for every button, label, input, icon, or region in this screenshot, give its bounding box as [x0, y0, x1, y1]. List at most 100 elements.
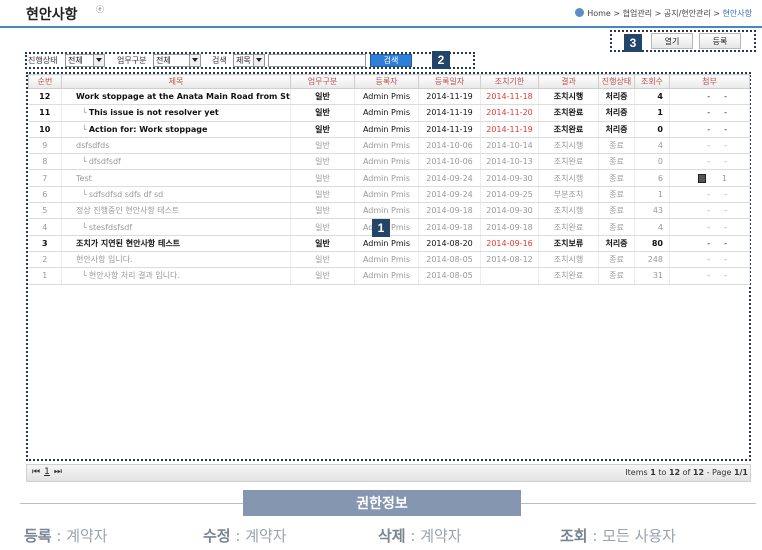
row-status: 종료: [598, 137, 635, 155]
row-title[interactable]: 조치가 지연된 현안사항 테스트: [76, 239, 180, 248]
table-row[interactable]: 2 현안사항 입니다. 일반 Admin Pmis 2014-08-05 2014-08-…: [28, 251, 750, 269]
row-title[interactable]: dfsdfsdf: [89, 157, 121, 166]
row-title[interactable]: This issue is not resolver yet: [89, 108, 219, 117]
row-title[interactable]: Test: [76, 174, 92, 183]
row-seq: 9: [28, 137, 62, 155]
col-status[interactable]: 진행상태: [598, 74, 635, 89]
row-attachment: --: [669, 104, 750, 122]
permission-edit-value: 계약자: [245, 527, 287, 545]
table-row[interactable]: 8 └ dfsdfsdf 일반 Admin Pmis 2014-10-06 2014-10-…: [28, 153, 750, 171]
row-attachment-b: -: [724, 157, 727, 167]
row-reg-date: 2014-08-20: [418, 235, 481, 252]
row-attachment-b: -: [724, 222, 727, 232]
row-result: 조치시행: [538, 169, 599, 187]
row-title-cell[interactable]: └ Action for: Work stoppage: [61, 121, 291, 138]
row-title[interactable]: Work stoppage at the Anata Main Road fro…: [76, 92, 290, 101]
table-row[interactable]: 9 dsfsdfds 일반 Admin Pmis 2014-10-06 2014-10-1…: [28, 137, 750, 155]
issue-table: 순번 제목 업무구분 등록자 등록일자 조치기한 결과 진행상태 조회수 첨부 …: [28, 74, 750, 285]
row-result: 조치시행: [538, 137, 599, 155]
chevron-down-icon: [93, 55, 104, 66]
open-button[interactable]: 열기: [651, 33, 693, 49]
home-icon[interactable]: [575, 8, 585, 17]
col-author[interactable]: 등록자: [354, 74, 419, 89]
row-title-cell[interactable]: 정상 진행중인 현안사항 테스트: [61, 202, 291, 220]
col-attachment[interactable]: 첨부: [669, 74, 750, 89]
row-title-cell[interactable]: └ This issue is not resolver yet: [61, 104, 291, 122]
breadcrumb-notice[interactable]: 공지/현안관리: [664, 9, 711, 18]
row-title-cell[interactable]: └ stesfdsfsdf: [61, 218, 291, 236]
row-result: 조치완료: [538, 121, 599, 138]
row-status: 처리중: [598, 235, 635, 252]
row-title[interactable]: sdfsdfsd sdfs df sd: [89, 190, 163, 199]
row-attachment-b: -: [724, 271, 727, 281]
row-title[interactable]: stesfdsfsdf: [89, 223, 132, 232]
row-title[interactable]: 현안사항 처리 결과 입니다.: [89, 271, 180, 280]
category-filter-select[interactable]: 전체: [153, 54, 201, 67]
col-views[interactable]: 조회수: [634, 74, 670, 89]
row-author: Admin Pmis: [354, 169, 419, 187]
permission-register: 등록 : 계약자: [24, 527, 108, 545]
table-row[interactable]: 10 └ Action for: Work stoppage 일반 Admin Pmis…: [28, 121, 750, 138]
col-title[interactable]: 제목: [61, 74, 291, 89]
row-attachment: --: [669, 235, 750, 252]
reply-arrow-icon: └: [82, 108, 87, 118]
row-category: 일반: [290, 251, 355, 269]
col-result[interactable]: 결과: [538, 74, 599, 89]
search-button[interactable]: 검색: [370, 54, 412, 67]
row-attachment: --: [669, 267, 750, 285]
row-title-cell[interactable]: └ sdfsdfsd sdfs df sd: [61, 186, 291, 204]
row-attachment-b: -: [724, 108, 727, 118]
row-title-cell[interactable]: 조치가 지연된 현안사항 테스트: [61, 235, 291, 252]
table-row[interactable]: 5 정상 진행중인 현안사항 테스트 일반 Admin Pmis 2014-09-18 2…: [28, 202, 750, 220]
row-attachment-a: -: [707, 255, 711, 265]
row-title-cell[interactable]: 현안사항 입니다.: [61, 251, 291, 269]
row-due-date: 2014-10-13: [480, 153, 539, 171]
row-attachment-b: -: [724, 255, 727, 265]
search-input[interactable]: [268, 54, 366, 67]
row-title-cell[interactable]: └ 현안사항 처리 결과 입니다.: [61, 267, 291, 285]
category-filter-value: 전체: [156, 56, 171, 65]
row-attachment-a: -: [707, 222, 711, 232]
row-status: 처리중: [598, 104, 635, 122]
row-attachment: --: [669, 137, 750, 155]
first-page-icon[interactable]: ⏮: [32, 467, 40, 477]
table-row[interactable]: 3 조치가 지연된 현안사항 테스트 일반 Admin Pmis 2014-08-20 2…: [28, 235, 750, 252]
row-seq: 3: [28, 235, 62, 252]
page-number[interactable]: 1: [44, 467, 50, 477]
breadcrumb-collab[interactable]: 협업관리: [623, 9, 652, 18]
attachment-icon[interactable]: [697, 173, 706, 183]
row-title[interactable]: Action for: Work stoppage: [89, 125, 208, 134]
row-title[interactable]: 현안사항 입니다.: [76, 255, 133, 264]
table-row[interactable]: 12 Work stoppage at the Anata Main Road f…: [28, 88, 750, 106]
permission-edit: 수정 : 계약자: [203, 527, 287, 545]
row-attachment-b: -: [724, 238, 727, 248]
col-seq[interactable]: 순번: [28, 74, 62, 89]
table-row[interactable]: 1 └ 현안사항 처리 결과 입니다. 일반 Admin Pmis 2014-08-05 조…: [28, 267, 750, 285]
permission-view: 조회 : 모든 사용자: [560, 527, 676, 545]
register-button[interactable]: 등록: [699, 33, 741, 49]
row-title[interactable]: dsfsdfds: [76, 141, 109, 150]
pager-page-word: - Page: [706, 468, 732, 477]
row-category: 일반: [290, 88, 355, 106]
status-filter-select[interactable]: 전체: [65, 54, 105, 67]
table-row[interactable]: 6 └ sdfsdfsd sdfs df sd 일반 Admin Pmis 2014-09…: [28, 186, 750, 204]
row-title-cell[interactable]: Test: [61, 169, 291, 187]
table-row[interactable]: 11 └ This issue is not resolver yet 일반 Admin…: [28, 104, 750, 122]
row-reg-date: 2014-11-19: [418, 121, 481, 138]
row-seq: 8: [28, 153, 62, 171]
row-title-cell[interactable]: Work stoppage at the Anata Main Road fro…: [61, 88, 291, 106]
table-row[interactable]: 7 Test 일반 Admin Pmis 2014-09-24 2014-09-30 조치시…: [28, 169, 750, 187]
col-category[interactable]: 업무구분: [290, 74, 355, 89]
row-views: 80: [634, 235, 670, 252]
row-title[interactable]: 정상 진행중인 현안사항 테스트: [76, 206, 179, 215]
row-title-cell[interactable]: └ dfsdfsdf: [61, 153, 291, 171]
reply-arrow-icon: └: [82, 189, 87, 199]
row-views: 4: [634, 137, 670, 155]
row-status: 종료: [598, 267, 635, 285]
row-title-cell[interactable]: dsfsdfds: [61, 137, 291, 155]
search-field-select[interactable]: 제목: [233, 54, 265, 67]
col-reg-date[interactable]: 등록일자: [418, 74, 481, 89]
col-due-date[interactable]: 조치기한: [480, 74, 539, 89]
last-page-icon[interactable]: ⏭: [54, 467, 62, 477]
breadcrumb-home[interactable]: Home: [587, 9, 611, 18]
